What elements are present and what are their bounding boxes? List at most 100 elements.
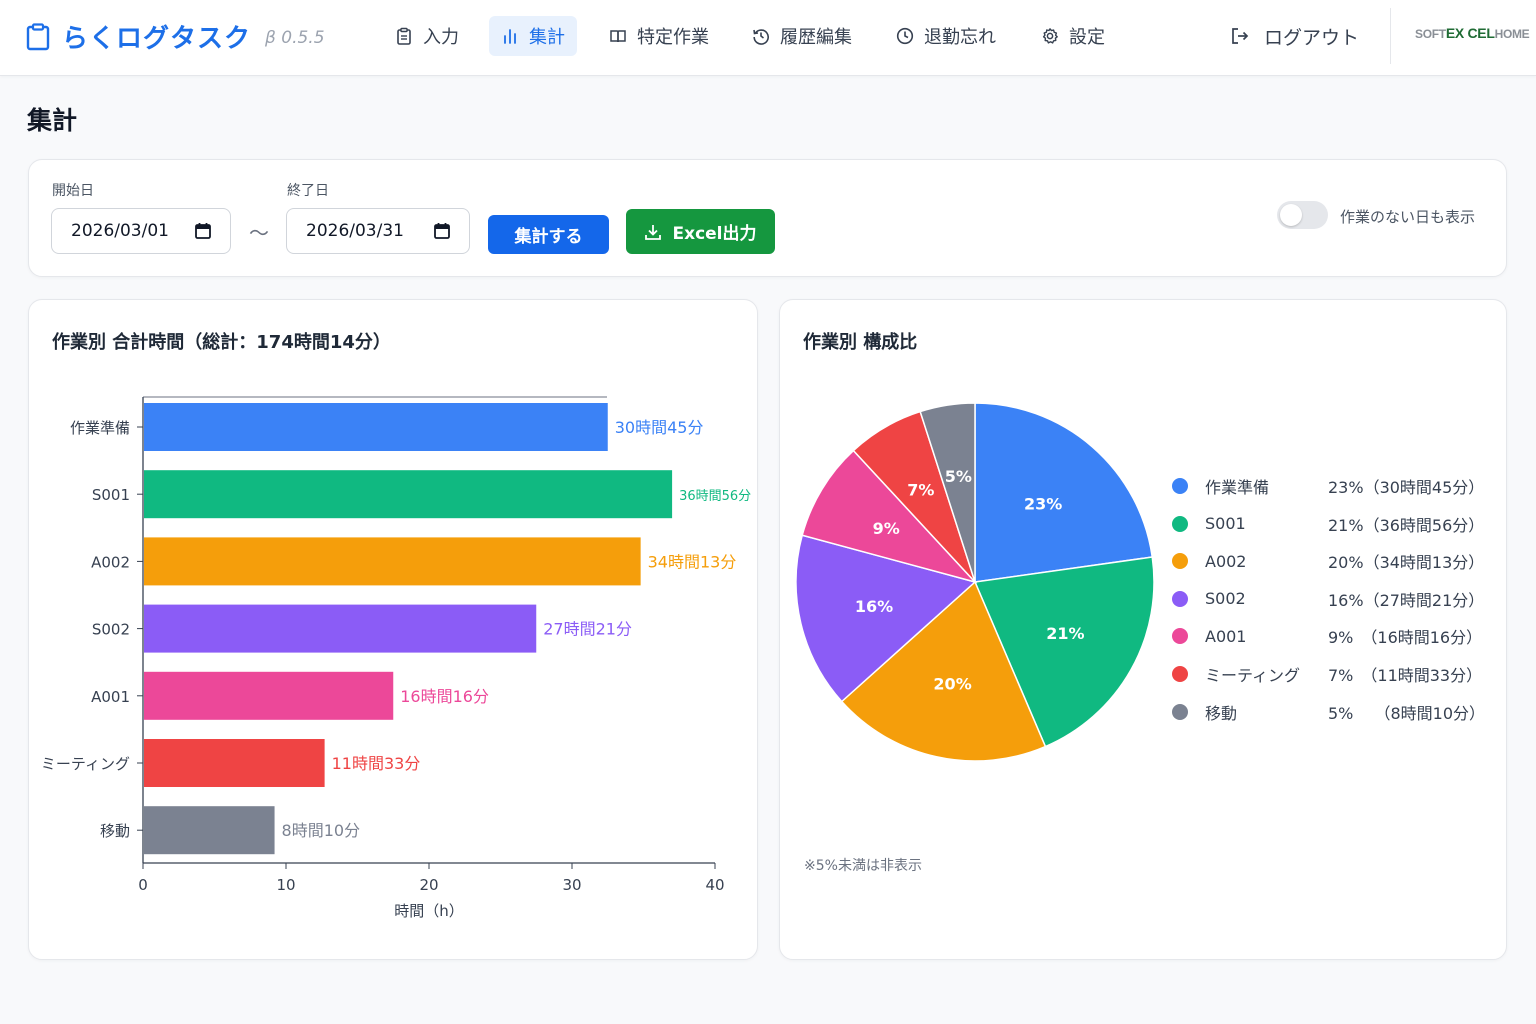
start-date-input[interactable]: 2026/03/01: [51, 208, 231, 254]
legend-item: S001 21%（36時間56分）: [1172, 512, 1484, 536]
start-date-value: 2026/03/01: [71, 221, 169, 241]
legend-label: 移動: [1205, 703, 1238, 723]
legend-label: 作業準備: [1205, 478, 1270, 497]
legend-item: A001 9% （16時間16分）: [1172, 624, 1482, 648]
y-tick-label: ミーティング: [41, 755, 130, 773]
gear-icon: [1042, 28, 1058, 44]
legend-value: 5% （8時間10分）: [1328, 703, 1486, 723]
end-date-label: 終了日: [287, 183, 329, 199]
app-name: らくログタスク: [62, 24, 252, 54]
pie-slice-label: 5%: [945, 467, 972, 486]
bar-3: [144, 537, 641, 586]
legend-swatch: [1172, 666, 1188, 682]
legend-swatch: [1172, 628, 1188, 645]
show-empty-days-toggle[interactable]: [1277, 201, 1328, 229]
nav-settings-label: 設定: [1069, 27, 1105, 48]
nav-specific-task[interactable]: 特定作業: [597, 16, 721, 56]
logout-icon: [1232, 28, 1249, 44]
calendar-icon[interactable]: [433, 222, 451, 240]
app-version: β 0.5.5: [265, 28, 325, 48]
y-tick-label: A002: [91, 553, 130, 571]
pie-slice-label: 7%: [907, 480, 934, 499]
bar-5: [144, 671, 394, 720]
bar-value-label: 34時間13分: [648, 552, 737, 571]
pie-slice-label: 21%: [1046, 624, 1084, 643]
logout-button[interactable]: ログアウト: [1218, 16, 1371, 56]
nav-history-edit[interactable]: 履歴編集: [740, 16, 864, 56]
page-title: 集計: [27, 106, 78, 135]
legend-label: A001: [1205, 626, 1247, 646]
y-tick-label: S001: [92, 486, 130, 504]
bar-7: [144, 806, 275, 855]
x-tick-label: 10: [276, 876, 295, 894]
toggle-knob: [1280, 204, 1302, 226]
history-icon: [753, 29, 769, 45]
legend-swatch: [1172, 515, 1188, 532]
bar-value-label: 8時間10分: [282, 821, 361, 840]
nav-forgot-clockout[interactable]: 退勤忘れ: [884, 16, 1008, 56]
aggregate-button[interactable]: 集計する: [488, 215, 609, 254]
legend-value: 21%（36時間56分）: [1328, 515, 1485, 535]
nav-forgot-clockout-label: 退勤忘れ: [924, 27, 996, 48]
excel-export-button[interactable]: Excel出力: [626, 209, 775, 254]
y-tick-label: A001: [91, 688, 130, 706]
nav-input[interactable]: 入力: [383, 16, 471, 56]
bar-1: [144, 403, 608, 451]
bar-value-label: 36時間56分: [679, 489, 751, 504]
show-empty-days-label: 作業のない日も表示: [1340, 208, 1476, 226]
calendar-icon[interactable]: [194, 222, 212, 240]
pie-slice-1: [974, 402, 1154, 583]
legend-item: A002 20%（34時間13分）: [1172, 549, 1484, 573]
pie-slice-label: 9%: [873, 519, 900, 538]
filter-panel: 開始日 2026/03/01 ～ 終了日 2026/03/31 集計する Exc…: [28, 159, 1507, 277]
legend-item: 作業準備 23%（30時間45分）: [1172, 474, 1484, 498]
book-icon: [610, 30, 626, 43]
header-divider: [1390, 8, 1391, 64]
nav-aggregate-label: 集計: [529, 27, 565, 48]
y-tick-label: 移動: [100, 822, 130, 840]
bar-value-label: 16時間16分: [400, 687, 489, 706]
clock-icon: [896, 27, 914, 45]
legend-swatch: [1172, 703, 1188, 720]
company-logo: SOFTEX CELHOME: [1415, 25, 1530, 41]
legend-item: 移動 5% （8時間10分）: [1172, 700, 1485, 724]
clipboard-logo-icon: [26, 22, 50, 50]
end-date-value: 2026/03/31: [306, 221, 404, 241]
date-range-separator: ～: [249, 221, 269, 245]
x-tick-label: 20: [419, 876, 438, 894]
x-tick-label: 30: [562, 876, 581, 894]
legend-value: 9% （16時間16分）: [1328, 628, 1483, 648]
nav-specific-task-label: 特定作業: [637, 27, 709, 48]
bar-chart-card: 作業別 合計時間（総計：174時間14分） 作業準備 30時間45分 S001 36時…: [28, 299, 758, 960]
legend-label: S002: [1205, 589, 1246, 609]
pie-slice-label: 20%: [933, 674, 971, 693]
legend-value: 16%（27時間21分）: [1328, 590, 1485, 610]
end-date-input[interactable]: 2026/03/31: [286, 208, 470, 254]
legend-swatch: [1172, 553, 1188, 570]
nav-settings[interactable]: 設定: [1029, 16, 1117, 56]
nav-history-edit-label: 履歴編集: [780, 27, 852, 48]
bar-2: [144, 470, 673, 519]
pie-chart-card: 作業別 構成比 23% 21% 20% 16% 9% 7% 5% 作業準備 23%（30時間4…: [779, 299, 1507, 960]
download-icon: [645, 224, 662, 240]
nav-aggregate[interactable]: 集計: [489, 16, 577, 56]
bar-chart: 作業準備 30時間45分 S001 36時間56分 A002 34時間13分 S002 27時…: [41, 396, 751, 920]
x-axis-label: 時間（h）: [394, 902, 464, 920]
bar-4: [144, 604, 537, 653]
app-brand[interactable]: らくログタスク: [26, 18, 251, 55]
legend-value: 20%（34時間13分）: [1328, 553, 1485, 573]
pie-footnote: ※5%未満は非表示: [804, 858, 922, 874]
start-date-label: 開始日: [52, 183, 94, 199]
y-tick-label: S002: [92, 621, 130, 639]
x-tick-label: 40: [705, 876, 724, 894]
x-tick-label: 0: [138, 876, 148, 894]
pie-slice-label: 23%: [1024, 495, 1062, 514]
top-navigation-bar: らくログタスク β 0.5.5 入力 集計 特定作業 履歴編集 退勤忘れ 設定 …: [0, 0, 1536, 76]
legend-item: ミーティング 7% （11時間33分）: [1172, 662, 1482, 686]
bar-value-label: 30時間45分: [615, 418, 704, 437]
legend-item: S002 16%（27時間21分）: [1172, 587, 1484, 611]
legend-swatch: [1172, 590, 1188, 607]
legend-value: 7% （11時間33分）: [1328, 666, 1483, 685]
legend-label: ミーティング: [1205, 666, 1301, 685]
bar-value-label: 27時間21分: [543, 620, 632, 639]
